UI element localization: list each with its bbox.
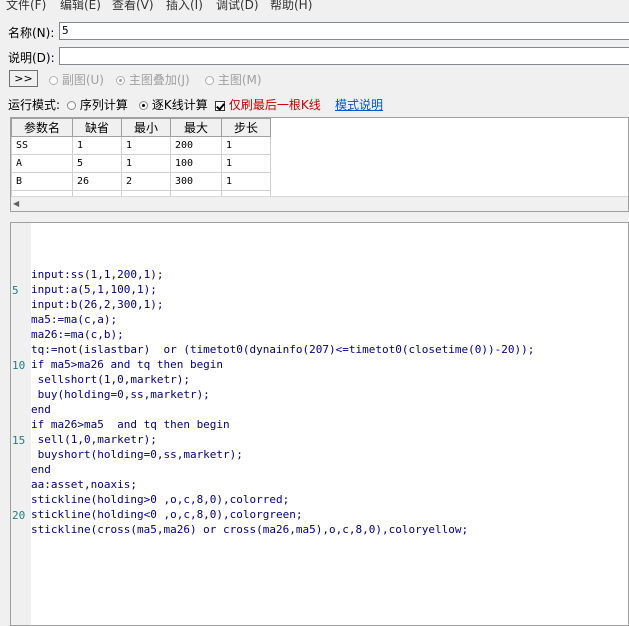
checkbox-last-bar-only-label: 仅刷最后一根K线 <box>228 98 321 112</box>
checkbox-icon <box>215 100 225 111</box>
code-line[interactable]: ma5:=ma(c,a); <box>31 312 534 327</box>
code-line[interactable]: sellshort(1,0,marketr); <box>31 372 534 387</box>
radio-circle-icon <box>139 101 148 110</box>
col-header-default[interactable]: 缺省 <box>72 118 122 137</box>
menu-bar: 文件(F) 编辑(E) 查看(V) 插入(I) 调试(D) 帮助(H) <box>0 0 629 12</box>
menu-insert[interactable]: 插入(I) <box>166 0 203 12</box>
params-horizontal-scrollbar[interactable]: ◀ <box>11 196 628 211</box>
table-row: SS 1 1 200 1 <box>11 136 271 155</box>
radio-circle-icon <box>205 76 214 85</box>
radio-subchart-label: 副图(U) <box>61 73 104 87</box>
param-cell[interactable]: 200 <box>170 136 222 155</box>
code-line[interactable]: stickline(holding<0 ,o,c,8,0),colorgreen… <box>31 507 534 522</box>
param-cell[interactable]: 1 <box>121 136 171 155</box>
radio-circle-icon <box>116 76 125 85</box>
line-number: 10 <box>12 359 26 372</box>
line-number: 5 <box>12 284 19 297</box>
param-cell[interactable]: SS <box>11 136 73 155</box>
param-cell[interactable]: 2 <box>121 172 171 191</box>
menu-view[interactable]: 查看(V) <box>112 0 154 12</box>
code-line[interactable]: tq:=not(islastbar) or (timetot0(dynainfo… <box>31 342 534 357</box>
radio-series-calc-label: 序列计算 <box>79 98 128 112</box>
name-label: 名称(N): <box>8 26 55 40</box>
menu-debug[interactable]: 调试(D) <box>216 0 259 12</box>
code-line[interactable]: ma26:=ma(c,b); <box>31 327 534 342</box>
line-number: 15 <box>12 434 26 447</box>
col-header-step[interactable]: 步长 <box>221 118 271 137</box>
param-cell[interactable]: 1 <box>72 136 122 155</box>
code-editor[interactable]: 5 10 15 20 input:ss(1,1,200,1); input:a(5… <box>10 222 629 626</box>
run-mode-label: 运行模式: <box>8 98 61 112</box>
col-header-min[interactable]: 最小 <box>121 118 171 137</box>
radio-main-overlay-label: 主图叠加(J) <box>128 73 190 87</box>
code-line[interactable]: end <box>31 402 534 417</box>
code-line[interactable]: if ma5>ma26 and tq then begin <box>31 357 534 372</box>
menu-file[interactable]: 文件(F) <box>6 0 46 12</box>
description-label: 说明(D): <box>8 51 55 65</box>
mode-help-link[interactable]: 模式说明 <box>335 96 383 113</box>
params-header-row: 参数名 缺省 最小 最大 步长 <box>11 118 271 137</box>
line-number-gutter: 5 10 15 20 <box>11 223 31 625</box>
radio-main-chart-label: 主图(M) <box>217 73 262 87</box>
menu-help[interactable]: 帮助(H) <box>270 0 312 12</box>
menu-edit[interactable]: 编辑(E) <box>60 0 101 12</box>
col-header-name[interactable]: 参数名 <box>11 118 73 137</box>
code-line[interactable]: input:ss(1,1,200,1); <box>31 267 534 282</box>
radio-circle-icon <box>49 76 58 85</box>
code-line[interactable]: aa:asset,noaxis; <box>31 477 534 492</box>
table-row: B 26 2 300 1 <box>11 172 271 191</box>
expand-button[interactable]: >> <box>9 70 38 87</box>
checkbox-last-bar-only[interactable]: 仅刷最后一根K线 <box>215 96 321 113</box>
scroll-left-icon[interactable]: ◀ <box>13 199 19 208</box>
radio-bar-calc[interactable]: 逐K线计算 <box>139 96 208 113</box>
code-text[interactable]: input:ss(1,1,200,1); input:a(5,1,100,1); i… <box>31 267 534 537</box>
radio-main-chart[interactable]: 主图(M) <box>205 71 262 88</box>
code-line[interactable]: stickline(cross(ma5,ma26) or cross(ma26,… <box>31 522 534 537</box>
param-cell[interactable]: 1 <box>121 154 171 173</box>
code-line[interactable]: stickline(holding>0 ,o,c,8,0),colorred; <box>31 492 534 507</box>
radio-series-calc[interactable]: 序列计算 <box>67 96 128 113</box>
code-line[interactable]: buy(holding=0,ss,marketr); <box>31 387 534 402</box>
radio-subchart[interactable]: 副图(U) <box>49 71 104 88</box>
code-line[interactable]: buyshort(holding=0,ss,marketr); <box>31 447 534 462</box>
param-cell[interactable]: B <box>11 172 73 191</box>
radio-main-overlay[interactable]: 主图叠加(J) <box>116 71 190 88</box>
description-input[interactable] <box>59 47 629 65</box>
param-cell[interactable]: 26 <box>72 172 122 191</box>
params-grid: 参数名 缺省 最小 最大 步长 SS 1 1 200 1 A 5 1 100 1 <box>10 117 629 212</box>
param-cell[interactable]: 1 <box>221 172 271 191</box>
param-cell[interactable]: A <box>11 154 73 173</box>
param-cell[interactable]: 1 <box>221 136 271 155</box>
code-line[interactable]: input:b(26,2,300,1); <box>31 297 534 312</box>
param-cell[interactable]: 1 <box>221 154 271 173</box>
line-number: 20 <box>12 509 26 522</box>
name-input[interactable]: 5 <box>59 22 629 40</box>
code-line[interactable]: if ma26>ma5 and tq then begin <box>31 417 534 432</box>
param-cell[interactable]: 300 <box>170 172 222 191</box>
param-cell[interactable]: 5 <box>72 154 122 173</box>
radio-bar-calc-label: 逐K线计算 <box>151 98 208 112</box>
code-line[interactable]: end <box>31 462 534 477</box>
code-line[interactable]: sell(1,0,marketr); <box>31 432 534 447</box>
param-cell[interactable]: 100 <box>170 154 222 173</box>
col-header-max[interactable]: 最大 <box>170 118 222 137</box>
code-line[interactable]: input:a(5,1,100,1); <box>31 282 534 297</box>
radio-circle-icon <box>67 101 76 110</box>
table-row: A 5 1 100 1 <box>11 154 271 173</box>
